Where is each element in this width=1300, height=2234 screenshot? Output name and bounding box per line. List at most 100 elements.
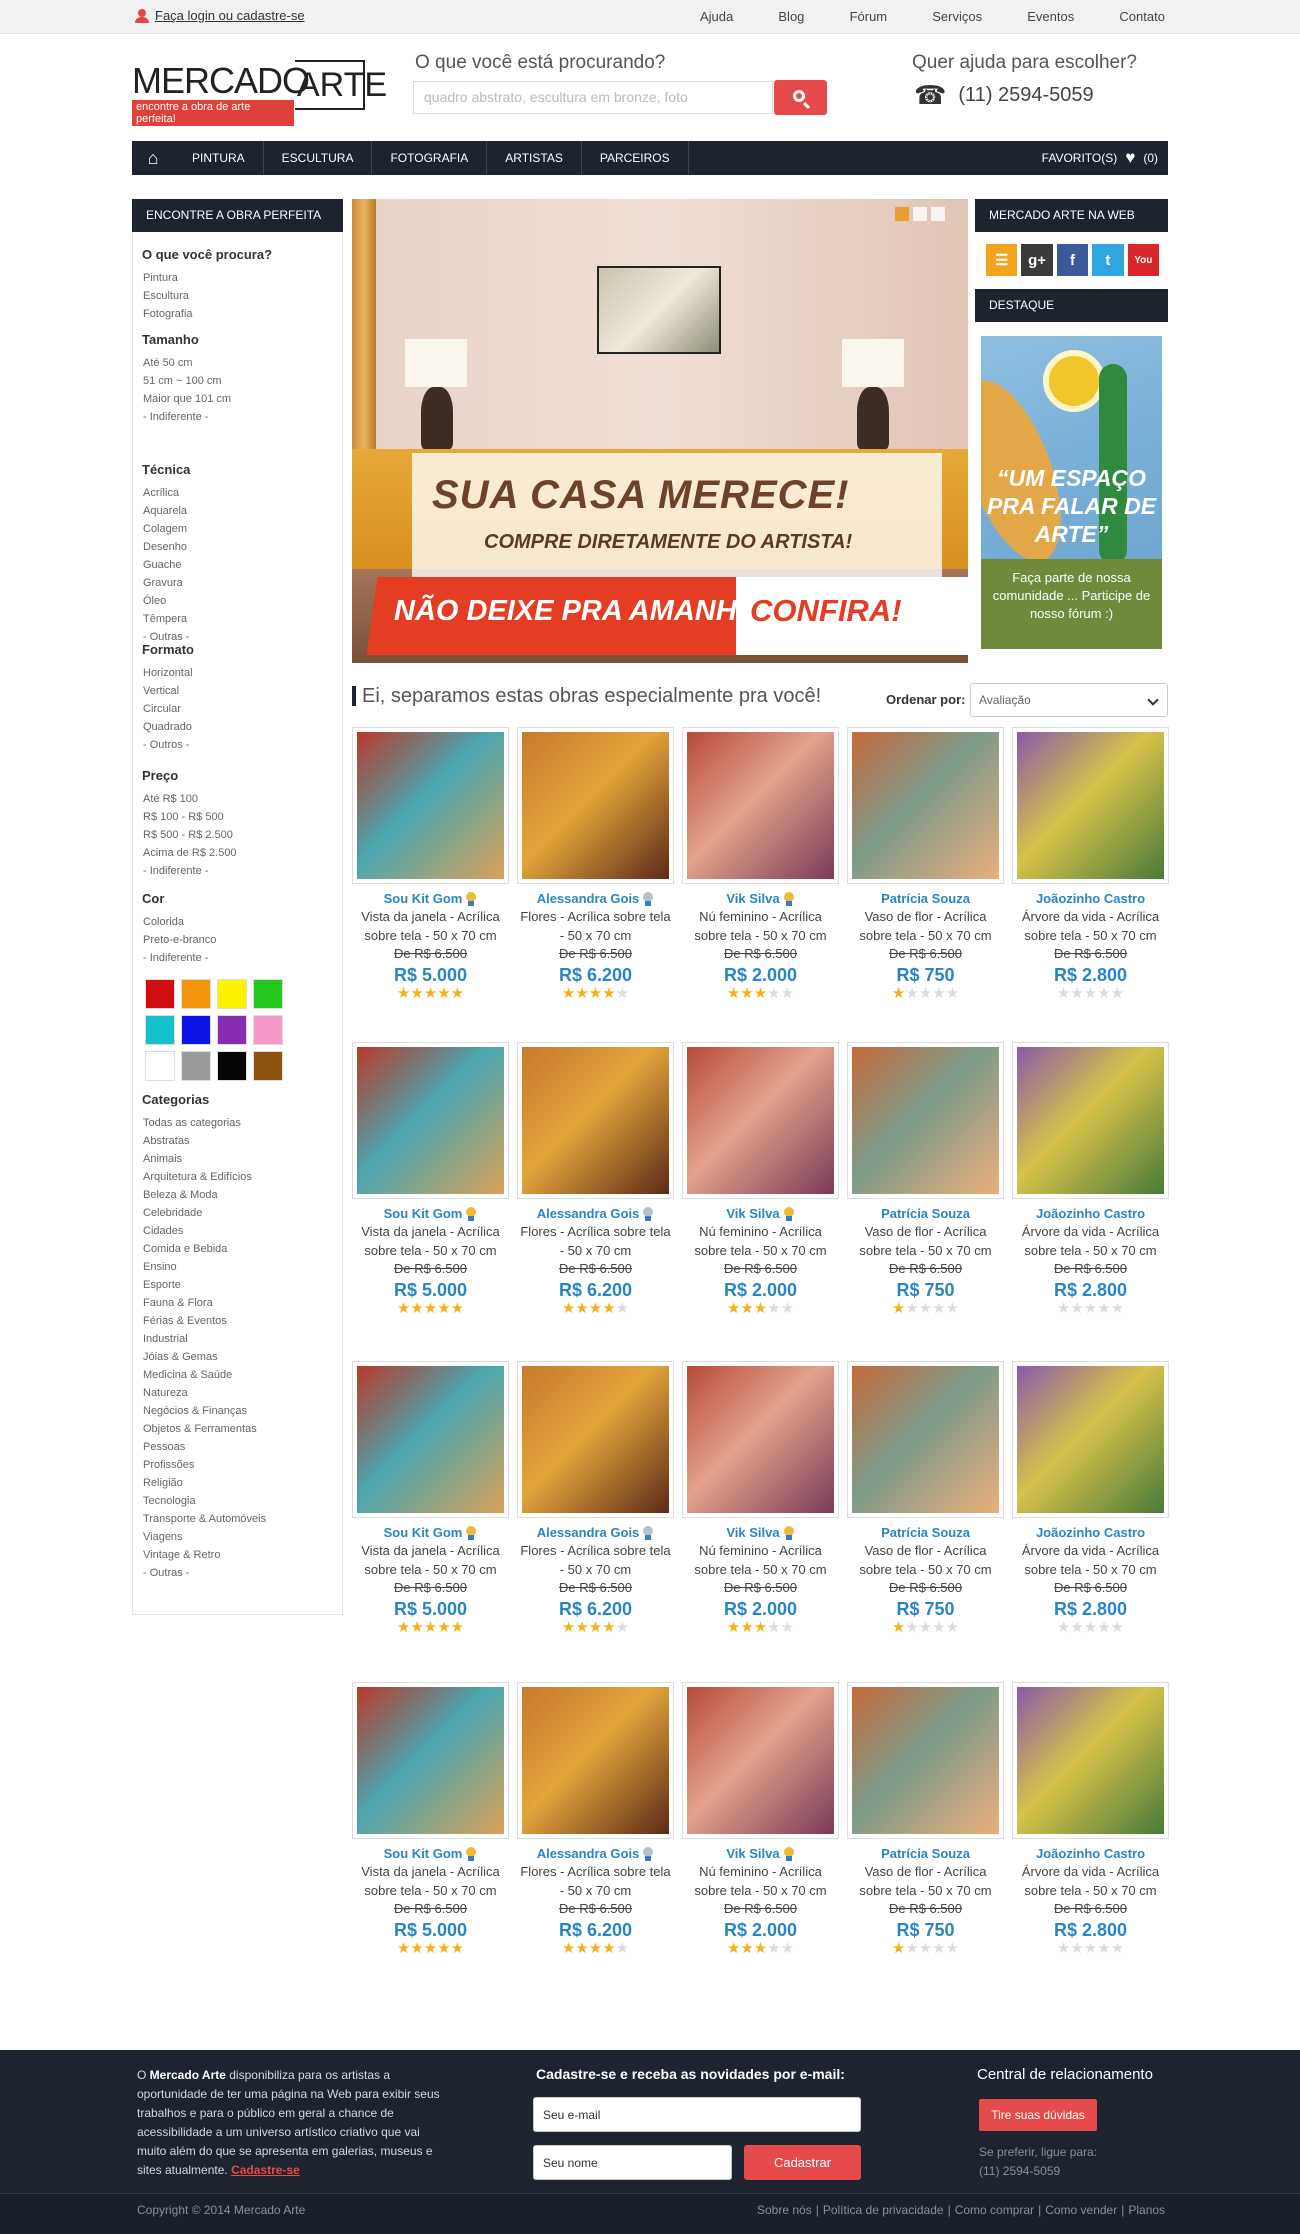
filter-option[interactable]: - Outros - — [142, 736, 194, 754]
product-card[interactable]: Sou Kit Gom Vista da janela - Acrílica so… — [352, 1682, 509, 1957]
site-logo[interactable]: MERCADO ARTE encontre a obra de arte per… — [132, 58, 387, 126]
filter-option[interactable]: Ensino — [142, 1258, 266, 1276]
product-artist[interactable]: Patrícia Souza — [847, 891, 1004, 906]
product-thumbnail[interactable] — [1012, 1682, 1169, 1839]
color-swatch[interactable] — [253, 979, 283, 1009]
top-link-contato[interactable]: Contato — [1119, 9, 1165, 24]
filter-option[interactable]: Comida e Bebida — [142, 1240, 266, 1258]
product-artist[interactable]: Joãozinho Castro — [1012, 1846, 1169, 1861]
filter-option[interactable]: Acrílica — [142, 484, 190, 502]
product-artist[interactable]: Patrícia Souza — [847, 1206, 1004, 1221]
product-thumbnail[interactable] — [352, 1361, 509, 1518]
product-thumbnail[interactable] — [1012, 727, 1169, 884]
top-link-ajuda[interactable]: Ajuda — [700, 9, 733, 24]
product-card[interactable]: Sou Kit Gom Vista da janela - Acrílica so… — [352, 1042, 509, 1317]
product-thumbnail[interactable] — [847, 1361, 1004, 1518]
filter-option[interactable]: Arquitetura & Edifícios — [142, 1168, 266, 1186]
filter-option[interactable]: Até R$ 100 — [142, 790, 237, 808]
product-card[interactable]: Joãozinho Castro Árvore da vida - Acrílic… — [1012, 727, 1169, 1002]
filter-option[interactable]: Quadrado — [142, 718, 194, 736]
hero-banner[interactable]: SUA CASA MERECE! COMPRE DIRETAMENTE DO A… — [352, 199, 968, 663]
google-plus-icon[interactable]: g+ — [1021, 244, 1053, 276]
nav-item-pintura[interactable]: PINTURA — [174, 141, 264, 175]
filter-option[interactable]: Circular — [142, 700, 194, 718]
product-artist[interactable]: Vik Silva — [682, 891, 839, 906]
product-artist[interactable]: Patrícia Souza — [847, 1525, 1004, 1540]
filter-option[interactable]: Maior que 101 cm — [142, 390, 231, 408]
filter-option[interactable]: Esporte — [142, 1276, 266, 1294]
product-card[interactable]: Patrícia Souza Vaso de flor - Acrílica so… — [847, 1361, 1004, 1636]
product-card[interactable]: Vik Silva Nú feminino - Acrílica sobre te… — [682, 1361, 839, 1636]
color-swatch[interactable] — [181, 979, 211, 1009]
product-artist[interactable]: Joãozinho Castro — [1012, 1525, 1169, 1540]
top-link-eventos[interactable]: Eventos — [1027, 9, 1074, 24]
product-card[interactable]: Joãozinho Castro Árvore da vida - Acrílic… — [1012, 1361, 1169, 1636]
newsletter-email-input[interactable]: Seu e-mail — [533, 2097, 861, 2132]
filter-option[interactable]: Fauna & Flora — [142, 1294, 266, 1312]
product-thumbnail[interactable] — [352, 727, 509, 884]
filter-option[interactable]: Fotografia — [142, 305, 272, 323]
product-thumbnail[interactable] — [682, 1682, 839, 1839]
filter-option[interactable]: Horizontal — [142, 664, 194, 682]
product-artist[interactable]: Joãozinho Castro — [1012, 891, 1169, 906]
product-thumbnail[interactable] — [517, 727, 674, 884]
filter-option[interactable]: Profissões — [142, 1456, 266, 1474]
nav-item-escultura[interactable]: ESCULTURA — [264, 141, 373, 175]
search-input[interactable]: quadro abstrato, escultura em bronze, fo… — [413, 81, 773, 114]
filter-option[interactable]: Vintage & Retro — [142, 1546, 266, 1564]
product-artist[interactable]: Alessandra Gois — [517, 1525, 674, 1540]
facebook-icon[interactable]: f — [1056, 244, 1089, 276]
product-artist[interactable]: Sou Kit Gom — [352, 891, 509, 906]
footer-link[interactable]: Como vender — [1045, 2203, 1117, 2217]
product-thumbnail[interactable] — [682, 727, 839, 884]
banner-cta-right[interactable]: CONFIRA! — [750, 593, 902, 629]
filter-option[interactable]: Celebridade — [142, 1204, 266, 1222]
color-swatch[interactable] — [253, 1051, 283, 1081]
home-icon[interactable]: ⌂ — [132, 141, 174, 175]
product-artist[interactable]: Vik Silva — [682, 1206, 839, 1221]
product-thumbnail[interactable] — [847, 1682, 1004, 1839]
filter-option[interactable]: - Outras - — [142, 1564, 266, 1582]
filter-option[interactable]: Cidades — [142, 1222, 266, 1240]
product-artist[interactable]: Alessandra Gois — [517, 1206, 674, 1221]
footer-link[interactable]: Política de privacidade — [823, 2203, 944, 2217]
filter-option[interactable]: - Indiferente - — [142, 408, 231, 426]
footer-link[interactable]: Planos — [1128, 2203, 1165, 2217]
filter-option[interactable]: - Indiferente - — [142, 949, 216, 967]
product-thumbnail[interactable] — [517, 1682, 674, 1839]
filter-option[interactable]: Religião — [142, 1474, 266, 1492]
product-thumbnail[interactable] — [1012, 1361, 1169, 1518]
top-link-forum[interactable]: Fórum — [850, 9, 888, 24]
filter-option[interactable]: Vertical — [142, 682, 194, 700]
filter-option[interactable]: Natureza — [142, 1384, 266, 1402]
filter-option[interactable]: Escultura — [142, 287, 272, 305]
filter-option[interactable]: Colagem — [142, 520, 190, 538]
filter-option[interactable]: Objetos & Ferramentas — [142, 1420, 266, 1438]
filter-option[interactable]: Preto-e-branco — [142, 931, 216, 949]
product-card[interactable]: Vik Silva Nú feminino - Acrílica sobre te… — [682, 1042, 839, 1317]
product-thumbnail[interactable] — [517, 1361, 674, 1518]
filter-option[interactable]: Tecnologia — [142, 1492, 266, 1510]
filter-option[interactable]: Óleo — [142, 592, 190, 610]
filter-option[interactable]: Medicina & Saúde — [142, 1366, 266, 1384]
product-artist[interactable]: Vik Silva — [682, 1846, 839, 1861]
filter-option[interactable]: Beleza & Moda — [142, 1186, 266, 1204]
filter-option[interactable]: Negócios & Finanças — [142, 1402, 266, 1420]
twitter-icon[interactable]: t — [1092, 244, 1124, 276]
product-artist[interactable]: Vik Silva — [682, 1525, 839, 1540]
filter-option[interactable]: Colorida — [142, 913, 216, 931]
banner-dot-1[interactable] — [895, 207, 909, 221]
search-button[interactable] — [774, 80, 827, 115]
filter-option[interactable]: R$ 100 - R$ 500 — [142, 808, 237, 826]
product-thumbnail[interactable] — [847, 727, 1004, 884]
nav-item-fotografia[interactable]: FOTOGRAFIA — [372, 141, 488, 175]
filter-option[interactable]: 51 cm ~ 100 cm — [142, 372, 231, 390]
filter-option[interactable]: Jóias & Gemas — [142, 1348, 266, 1366]
product-card[interactable]: Alessandra Gois Flores - Acrílica sobre t… — [517, 1682, 674, 1957]
filter-option[interactable]: - Indiferente - — [142, 862, 237, 880]
sort-select[interactable]: Avaliação — [970, 683, 1168, 717]
filter-option[interactable]: Férias & Eventos — [142, 1312, 266, 1330]
product-card[interactable]: Sou Kit Gom Vista da janela - Acrílica so… — [352, 727, 509, 1002]
product-card[interactable]: Joãozinho Castro Árvore da vida - Acrílic… — [1012, 1042, 1169, 1317]
product-card[interactable]: Vik Silva Nú feminino - Acrílica sobre te… — [682, 1682, 839, 1957]
